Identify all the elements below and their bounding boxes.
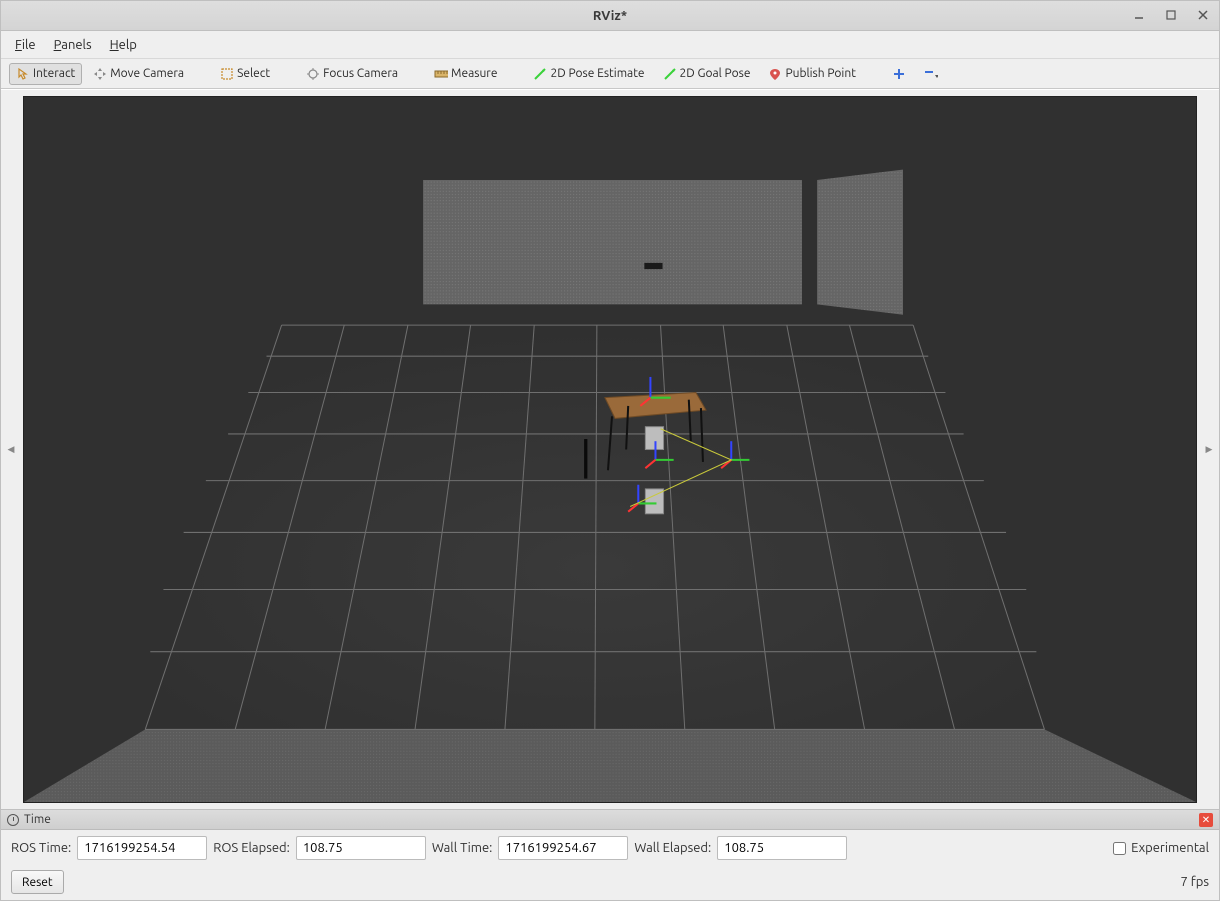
left-panel-handle[interactable]: ◀ bbox=[1, 90, 21, 809]
wall-elapsed-label: Wall Elapsed: bbox=[634, 841, 711, 855]
select-icon bbox=[220, 67, 234, 81]
menu-panels[interactable]: Panels bbox=[54, 38, 92, 52]
right-panel-handle[interactable]: ▶ bbox=[1199, 90, 1219, 809]
pose-estimate-icon bbox=[533, 67, 547, 81]
goal-pose-icon bbox=[663, 67, 677, 81]
focus-camera-icon bbox=[306, 67, 320, 81]
time-panel-body: ROS Time: ROS Elapsed: Wall Time: Wall E… bbox=[1, 830, 1219, 866]
focus-camera-tool[interactable]: Focus Camera bbox=[299, 63, 405, 85]
select-label: Select bbox=[237, 67, 270, 80]
window-controls bbox=[1129, 5, 1213, 25]
goal-pose-label: 2D Goal Pose bbox=[680, 67, 751, 80]
pose-estimate-label: 2D Pose Estimate bbox=[550, 67, 644, 80]
time-panel-title: Time bbox=[24, 813, 51, 826]
ros-elapsed-label: ROS Elapsed: bbox=[213, 841, 290, 855]
viewport-row: ◀ bbox=[1, 89, 1219, 809]
remove-tool[interactable] bbox=[917, 63, 945, 85]
window-title: RViz* bbox=[593, 9, 627, 23]
move-camera-label: Move Camera bbox=[110, 67, 184, 80]
menu-help[interactable]: Help bbox=[110, 38, 137, 52]
fps-label: 7 fps bbox=[1180, 875, 1209, 889]
titlebar: RViz* bbox=[1, 1, 1219, 31]
time-panel-header[interactable]: Time ✕ bbox=[1, 810, 1219, 830]
goal-pose-tool[interactable]: 2D Goal Pose bbox=[656, 63, 758, 85]
wall-time-field[interactable] bbox=[498, 836, 628, 860]
publish-point-icon bbox=[768, 67, 782, 81]
toolbar: Interact Move Camera Select Focus Camera… bbox=[1, 59, 1219, 89]
interact-icon bbox=[16, 67, 30, 81]
add-tool[interactable] bbox=[885, 63, 913, 85]
ros-time-field[interactable] bbox=[77, 836, 207, 860]
measure-tool[interactable]: Measure bbox=[427, 63, 504, 85]
viewport-3d[interactable] bbox=[23, 96, 1197, 803]
time-panel: Time ✕ ROS Time: ROS Elapsed: Wall Time:… bbox=[1, 809, 1219, 900]
publish-point-tool[interactable]: Publish Point bbox=[761, 63, 862, 85]
minimize-button[interactable] bbox=[1129, 5, 1149, 25]
wall-time-label: Wall Time: bbox=[432, 841, 493, 855]
ros-elapsed-field[interactable] bbox=[296, 836, 426, 860]
move-camera-icon bbox=[93, 67, 107, 81]
clock-icon bbox=[7, 814, 19, 826]
measure-icon bbox=[434, 67, 448, 81]
menu-file[interactable]: File bbox=[15, 38, 36, 52]
reset-button[interactable]: Reset bbox=[11, 870, 64, 894]
pose-estimate-tool[interactable]: 2D Pose Estimate bbox=[526, 63, 651, 85]
close-button[interactable] bbox=[1193, 5, 1213, 25]
menubar: File Panels Help bbox=[1, 31, 1219, 59]
select-tool[interactable]: Select bbox=[213, 63, 277, 85]
interact-label: Interact bbox=[33, 67, 75, 80]
time-panel-close-button[interactable]: ✕ bbox=[1199, 813, 1213, 827]
interact-tool[interactable]: Interact bbox=[9, 63, 82, 85]
move-camera-tool[interactable]: Move Camera bbox=[86, 63, 191, 85]
ros-time-label: ROS Time: bbox=[11, 841, 71, 855]
footer-row: Reset 7 fps bbox=[1, 866, 1219, 900]
experimental-checkbox[interactable] bbox=[1113, 842, 1126, 855]
publish-point-label: Publish Point bbox=[785, 67, 855, 80]
measure-label: Measure bbox=[451, 67, 497, 80]
plus-icon bbox=[892, 67, 906, 81]
focus-camera-label: Focus Camera bbox=[323, 67, 398, 80]
minus-dropdown-icon bbox=[924, 67, 938, 81]
maximize-button[interactable] bbox=[1161, 5, 1181, 25]
experimental-label: Experimental bbox=[1131, 841, 1209, 855]
wall-elapsed-field[interactable] bbox=[717, 836, 847, 860]
